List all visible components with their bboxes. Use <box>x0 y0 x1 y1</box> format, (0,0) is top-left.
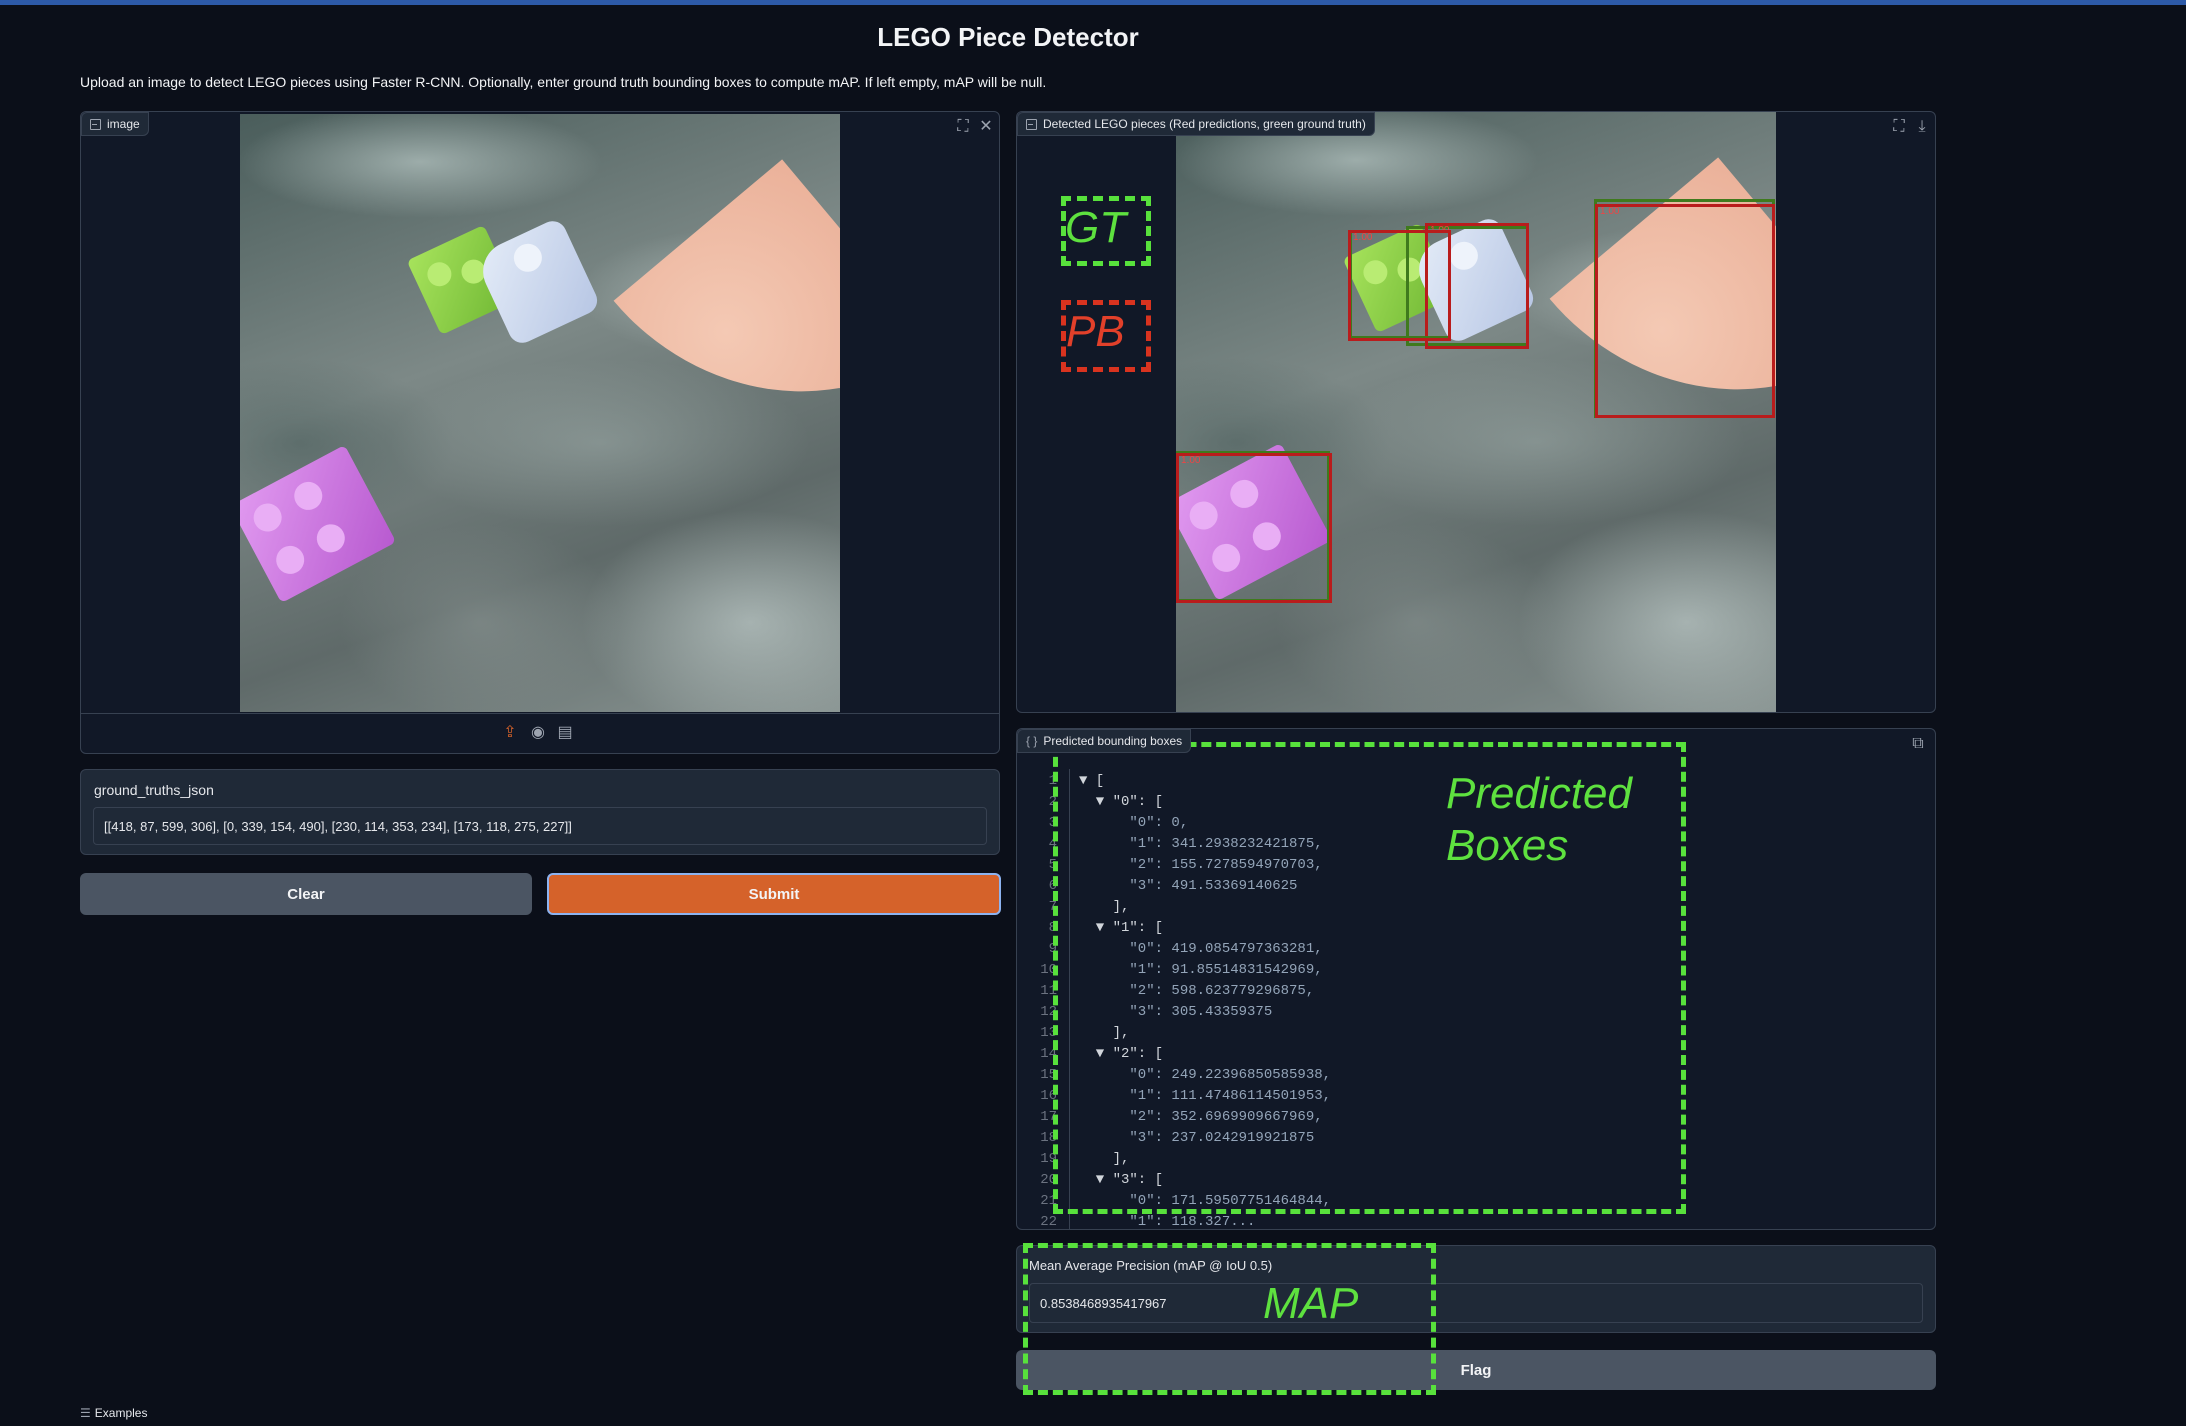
map-annotation-text: MAP <box>1263 1279 1359 1328</box>
input-image <box>240 114 840 712</box>
output-image-label: Detected LEGO pieces (Red predictions, g… <box>1017 112 1375 136</box>
map-annotation-box <box>1023 1243 1436 1395</box>
line-number: 10 <box>1040 962 1057 978</box>
clear-button[interactable]: Clear <box>80 873 532 915</box>
line-number: 21 <box>1040 1193 1057 1209</box>
output-image: 1.00 1.00 1.00 1.00 <box>1176 112 1776 712</box>
line-number: 14 <box>1040 1046 1057 1062</box>
gt-annotation-text: GT <box>1065 203 1127 252</box>
line-number: 11 <box>1040 983 1057 999</box>
close-icon[interactable]: ✕ <box>977 118 995 136</box>
line-number: 6 <box>1048 878 1057 894</box>
predicted-boxes-annotation-line1: Predicted <box>1446 769 1632 818</box>
submit-button[interactable]: Submit <box>547 873 1001 915</box>
predicted-box: 1.00 <box>1348 230 1451 341</box>
line-number: 3 <box>1048 815 1057 831</box>
line-number: 18 <box>1040 1130 1057 1146</box>
line-number: 5 <box>1048 857 1057 873</box>
line-number: 15 <box>1040 1067 1057 1083</box>
upload-icon[interactable]: ⇪ <box>501 724 519 742</box>
line-number: 22 <box>1040 1214 1057 1230</box>
download-icon[interactable]: ⤓ <box>1913 118 1931 136</box>
line-number: 19 <box>1040 1151 1057 1167</box>
box-score: 1.00 <box>1353 232 1373 243</box>
predicted-boxes-annotation-line2: Boxes <box>1446 821 1569 870</box>
input-image-panel[interactable]: image ⛶ ✕ ⇪ ◉ ▤ <box>80 111 1000 754</box>
page-description: Upload an image to detect LEGO pieces us… <box>80 74 1047 90</box>
predicted-boxes-label: { } Predicted bounding boxes <box>1017 729 1192 753</box>
line-number: 7 <box>1048 899 1057 915</box>
fullscreen-icon[interactable]: ⛶ <box>1890 118 1908 136</box>
code-text: "1": 118.327... <box>1079 1214 1256 1230</box>
pb-annotation-text: PB <box>1066 307 1125 356</box>
json-icon: { } <box>1026 734 1038 748</box>
line-number: 20 <box>1040 1172 1057 1188</box>
line-number: 9 <box>1048 941 1057 957</box>
predicted-box: 1.00 <box>1595 204 1775 418</box>
line-number: 2 <box>1048 794 1057 810</box>
line-number: 8 <box>1048 920 1057 936</box>
line-number: 17 <box>1040 1109 1057 1125</box>
line-number: 4 <box>1048 836 1057 852</box>
clipboard-icon[interactable]: ▤ <box>556 724 574 742</box>
top-accent-bar <box>0 0 2186 5</box>
line-number: 12 <box>1040 1004 1057 1020</box>
image-icon <box>90 118 101 130</box>
line-number: 13 <box>1040 1025 1057 1041</box>
ground-truth-input[interactable]: [[418, 87, 599, 306], [0, 339, 154, 490]… <box>93 807 987 845</box>
examples-toggle[interactable]: ☰ Examples <box>80 1406 147 1420</box>
ground-truth-label: ground_truths_json <box>94 782 214 798</box>
box-score: 1.00 <box>1600 206 1620 217</box>
image-icon <box>1026 118 1037 130</box>
line-number: 16 <box>1040 1088 1057 1104</box>
list-icon: ☰ <box>80 1406 91 1420</box>
ground-truth-panel: ground_truths_json [[418, 87, 599, 306],… <box>80 769 1000 855</box>
copy-icon[interactable]: ⧉ <box>1909 735 1927 753</box>
output-image-panel: Detected LEGO pieces (Red predictions, g… <box>1016 111 1936 713</box>
input-image-label: image <box>81 112 149 136</box>
fullscreen-icon[interactable]: ⛶ <box>954 118 972 136</box>
box-score: 1.00 <box>1181 455 1201 466</box>
predicted-box: 1.00 <box>1176 453 1332 603</box>
webcam-icon[interactable]: ◉ <box>529 724 547 742</box>
page-title: LEGO Piece Detector <box>877 22 1139 52</box>
line-number: 1 <box>1048 773 1057 789</box>
